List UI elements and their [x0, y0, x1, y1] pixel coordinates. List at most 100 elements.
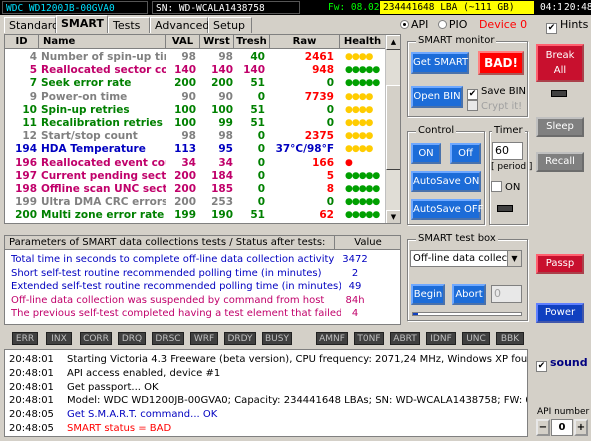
- log-message: API access enabled, device #1: [67, 367, 221, 379]
- list-item: Short self-test routine recommended poll…: [5, 267, 400, 280]
- timer-on-option[interactable]: ON: [491, 181, 520, 193]
- hints-checkbox[interactable]: ✔: [546, 23, 557, 34]
- save-bin-option[interactable]: ✔ Save BIN: [467, 86, 526, 100]
- table-row[interactable]: 200 Multi zone error rate 199 190 51 62 ●●●●●: [5, 209, 385, 222]
- tab-setup[interactable]: Setup: [208, 17, 252, 33]
- pio-radio[interactable]: [437, 20, 447, 29]
- mode-selector: API PIO Device 0: [400, 18, 527, 31]
- control-off-button[interactable]: Off: [450, 143, 481, 164]
- attr-worst: 98: [218, 51, 233, 63]
- attr-threshold: 140: [243, 64, 265, 77]
- test-type-select[interactable]: Off-line data collect ▼: [410, 250, 522, 267]
- col-name[interactable]: Name: [39, 35, 166, 49]
- tab-smart[interactable]: SMART: [56, 15, 108, 33]
- attr-raw: 5: [326, 169, 334, 182]
- table-row[interactable]: 7 Seek error rate 200 200 51 0 ●●●●●: [5, 77, 385, 90]
- scroll-thumb[interactable]: [386, 85, 400, 170]
- col-val[interactable]: VAL: [166, 35, 200, 49]
- crypt-it-checkbox[interactable]: [467, 100, 478, 111]
- break-all-button[interactable]: Break All: [536, 44, 584, 82]
- test-param-value: 2: [351, 267, 359, 279]
- table-row[interactable]: 199 Ultra DMA CRC errors 200 253 0 0 ●●●●●: [5, 196, 385, 209]
- col-raw[interactable]: Raw: [270, 35, 340, 49]
- attr-name: Multi zone error rate: [41, 209, 165, 222]
- table-scrollbar[interactable]: ▲ ▼: [385, 35, 400, 223]
- table-row[interactable]: 9 Power-on time 90 90 0 7739 ●●●●: [5, 91, 385, 104]
- smart-test-box-title: SMART test box: [416, 233, 498, 244]
- autosave-off-button[interactable]: AutoSave OFF: [411, 199, 483, 220]
- tab-tests[interactable]: Tests: [108, 17, 150, 33]
- attr-id: 199: [15, 196, 37, 209]
- col-wrst[interactable]: Wrst: [200, 35, 234, 49]
- hints-toggle[interactable]: ✔ Hints: [546, 18, 588, 34]
- api-number-plus-button[interactable]: +: [574, 419, 588, 436]
- table-row[interactable]: 12 Start/stop count 98 98 0 2375 ●●●●: [5, 130, 385, 143]
- get-smart-button[interactable]: Get SMART: [411, 52, 469, 74]
- timer-on-checkbox[interactable]: [491, 181, 502, 192]
- attr-health-dots: ●●●●●: [345, 210, 380, 221]
- begin-test-button[interactable]: Begin: [411, 284, 445, 305]
- tab-advanced[interactable]: Advanced: [150, 17, 209, 33]
- smart-attribute-table: ID Name VAL Wrst Tresh Raw Health 4 Numbe…: [4, 34, 401, 224]
- attr-raw: 0: [326, 103, 334, 116]
- autosave-on-button[interactable]: AutoSave ON: [411, 171, 481, 192]
- power-button[interactable]: Power: [536, 303, 584, 323]
- attr-id: 12: [22, 130, 37, 143]
- attr-name: Number of spin-up times: [41, 51, 166, 63]
- attr-name: Power-on time: [41, 90, 128, 103]
- api-number-minus-button[interactable]: −: [536, 419, 550, 436]
- sound-checkbox[interactable]: ✔: [536, 361, 547, 372]
- test-param-desc: Total time in seconds to complete off-li…: [11, 254, 335, 265]
- sleep-button[interactable]: Sleep: [536, 117, 584, 137]
- chevron-down-icon[interactable]: ▼: [507, 251, 521, 266]
- timer-on-label: ON: [505, 182, 521, 193]
- open-bin-button[interactable]: Open BIN: [411, 86, 463, 108]
- api-radio[interactable]: [400, 20, 409, 29]
- crypt-it-label: Crypt it!: [481, 101, 523, 112]
- event-log[interactable]: 20:48:01 Starting Victoria 4.3 Freeware (…: [4, 349, 528, 437]
- clock: 20:48:57: [564, 2, 591, 13]
- attr-name: Ultra DMA CRC errors: [41, 196, 166, 209]
- scroll-down-icon[interactable]: ▼: [386, 210, 400, 223]
- crypt-it-option[interactable]: Crypt it!: [467, 100, 522, 112]
- abort-test-button[interactable]: Abort: [452, 284, 486, 305]
- recall-button[interactable]: Recall: [536, 152, 584, 172]
- attr-id: 4: [29, 51, 37, 63]
- timer-input[interactable]: 60: [492, 142, 523, 160]
- log-time: 20:48:01: [9, 367, 54, 379]
- table-row[interactable]: 196 Reallocated event count 34 34 0 166 ●: [5, 157, 385, 170]
- table-row[interactable]: 198 Offline scan UNC sectors 200 185 0 8 ●●●●●: [5, 183, 385, 196]
- col-id[interactable]: ID: [5, 35, 39, 49]
- attr-health-dots: ●●●●: [345, 118, 373, 128]
- table-row[interactable]: 11 Recalibration retries 100 99 51 0 ●●●●: [5, 117, 385, 130]
- table-row[interactable]: 194 HDA Temperature 113 95 0 37°C/98°F ●●●●: [5, 143, 385, 156]
- test-count-input[interactable]: 0: [491, 285, 522, 303]
- sound-toggle[interactable]: ✔ sound: [536, 356, 588, 372]
- table-row[interactable]: 5 Reallocated sector count 140 140 140 948 ●●●…: [5, 64, 385, 77]
- attr-raw: 0: [326, 117, 334, 129]
- attr-raw: 166: [312, 156, 334, 169]
- tab-standard[interactable]: Standard: [4, 17, 59, 33]
- attr-health-dots: ●●●●: [345, 144, 373, 155]
- attr-value: 113: [174, 143, 196, 156]
- col-health[interactable]: Health: [340, 35, 386, 49]
- table-row[interactable]: 197 Current pending sectors 200 184 0 5 ●●●●●: [5, 170, 385, 183]
- col-tresh[interactable]: Tresh: [234, 35, 270, 49]
- scroll-up-icon[interactable]: ▲: [386, 35, 400, 50]
- attr-threshold: 0: [257, 169, 265, 182]
- attr-health-dots: ●●●●●: [345, 170, 380, 181]
- attr-value: 34: [181, 156, 196, 169]
- attr-raw: 0: [326, 196, 334, 209]
- passp-button[interactable]: Passp: [536, 254, 584, 274]
- save-bin-label: Save BIN: [481, 86, 527, 97]
- control-on-button[interactable]: ON: [411, 143, 441, 164]
- attr-id: 198: [15, 183, 37, 195]
- table-row[interactable]: 10 Spin-up retries 100 100 51 0 ●●●●: [5, 104, 385, 117]
- api-number-input[interactable]: 0: [551, 419, 573, 436]
- tests-header-value: Value: [335, 236, 400, 250]
- table-row[interactable]: 4 Number of spin-up times 98 98 40 2461 ●●●●: [5, 51, 385, 64]
- save-bin-checkbox[interactable]: ✔: [467, 89, 478, 100]
- attr-id: 5: [29, 64, 37, 77]
- drive-model: WDC WD1200JB-00GVA0: [2, 1, 148, 14]
- flag-wrf: WRF: [190, 332, 218, 345]
